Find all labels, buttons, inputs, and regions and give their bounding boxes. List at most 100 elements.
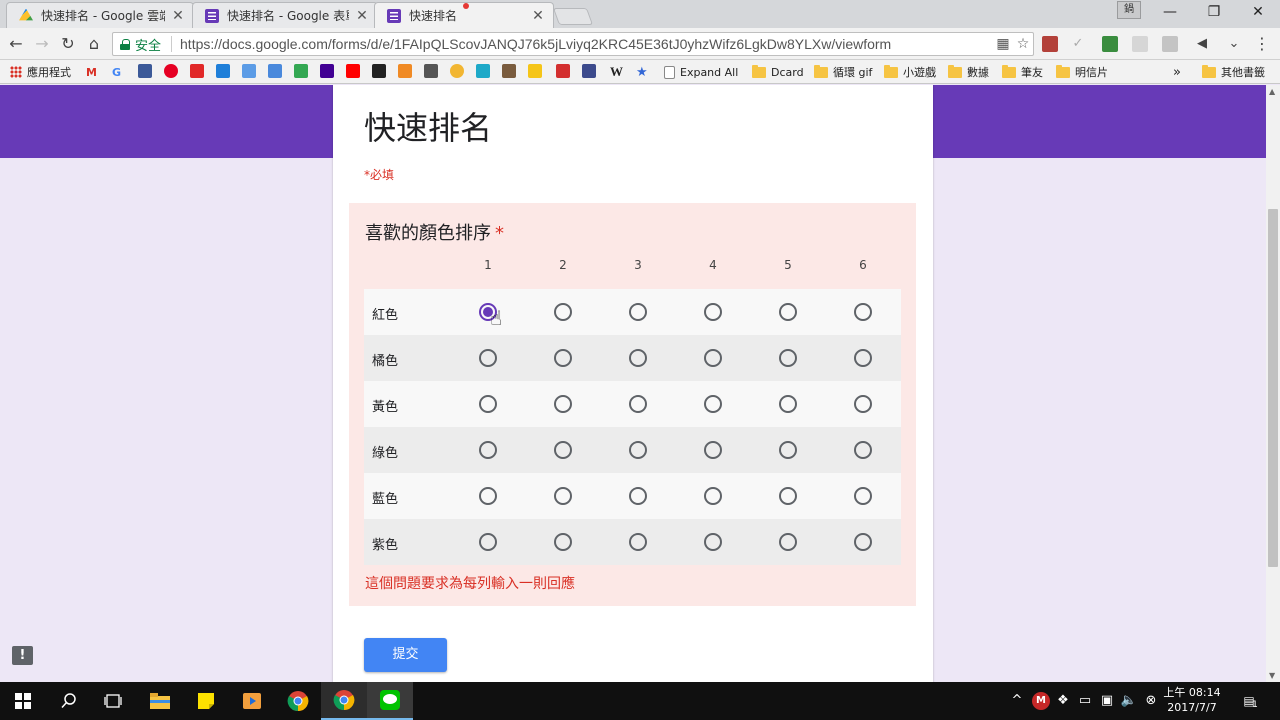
sticky-notes-button[interactable]: [183, 682, 229, 720]
radio-button[interactable]: [554, 395, 572, 413]
tray-chevron-up-icon[interactable]: ^: [1008, 692, 1026, 710]
gmail-icon[interactable]: M: [86, 64, 97, 80]
menu-icon[interactable]: ⋮: [1252, 34, 1272, 54]
radio-button[interactable]: [629, 303, 647, 321]
radio-button[interactable]: [779, 303, 797, 321]
radio-button[interactable]: [704, 533, 722, 551]
yahoo-icon[interactable]: [320, 64, 334, 78]
radio-button[interactable]: [704, 303, 722, 321]
bookmark-apps[interactable]: 應用程式: [10, 64, 71, 80]
bookmark-s-icon[interactable]: [372, 64, 386, 78]
radio-button[interactable]: [629, 441, 647, 459]
reload-icon[interactable]: ↻: [58, 34, 78, 54]
radio-button[interactable]: [479, 487, 497, 505]
radio-button[interactable]: [554, 441, 572, 459]
bookmark-face-icon[interactable]: [450, 64, 464, 78]
bookmark-folder-postcards[interactable]: 明信片: [1056, 64, 1108, 80]
minimize-icon[interactable]: —: [1148, 0, 1192, 26]
bookmark-folder-other[interactable]: 其他書籤: [1202, 64, 1265, 80]
task-view-button[interactable]: [90, 682, 136, 720]
submit-button[interactable]: 提交: [364, 638, 447, 672]
close-icon[interactable]: ✕: [355, 8, 369, 24]
bookmark-folder-gif[interactable]: 循環 gif: [814, 64, 872, 80]
address-bar[interactable]: 安全 https://docs.google.com/forms/d/e/1FA…: [112, 32, 1034, 56]
radio-button[interactable]: [629, 395, 647, 413]
radio-button[interactable]: [554, 349, 572, 367]
forward-icon[interactable]: →: [32, 34, 52, 54]
radio-button[interactable]: [854, 395, 872, 413]
speaker-extension-icon[interactable]: ◀: [1192, 34, 1212, 54]
bookmark-folder-friends[interactable]: 筆友: [1002, 64, 1043, 80]
tab-forms-view[interactable]: 快速排名 ✕: [374, 2, 554, 28]
bookmark-star-icon[interactable]: ★: [636, 64, 648, 80]
mega-tray-icon[interactable]: M: [1032, 692, 1050, 710]
check-extension-icon[interactable]: ✓: [1068, 34, 1088, 54]
close-icon[interactable]: ✕: [171, 8, 185, 24]
radio-button[interactable]: [854, 441, 872, 459]
file-explorer-button[interactable]: [137, 682, 183, 720]
bookmark-e-icon[interactable]: [582, 64, 596, 78]
taskbar-clock[interactable]: 上午 08:14 2017/7/7: [1160, 685, 1224, 715]
radio-button[interactable]: [779, 487, 797, 505]
grid-extension-icon[interactable]: [1162, 36, 1178, 52]
bookmark-z-icon[interactable]: [502, 64, 516, 78]
radio-button[interactable]: [554, 303, 572, 321]
radio-button[interactable]: [554, 533, 572, 551]
wikipedia-icon[interactable]: W: [610, 64, 623, 80]
tab-forms-edit[interactable]: 快速排名 - Google 表單 ✕: [192, 2, 378, 28]
radio-button[interactable]: [704, 395, 722, 413]
pinterest-icon[interactable]: [164, 64, 178, 78]
report-abuse-button[interactable]: !: [12, 646, 33, 665]
radio-button[interactable]: [704, 441, 722, 459]
mail-icon[interactable]: [242, 64, 256, 78]
qr-code-icon[interactable]: ▦: [993, 36, 1013, 52]
start-button[interactable]: [0, 682, 46, 720]
facebook-icon[interactable]: [138, 64, 152, 78]
line-app-button[interactable]: [367, 682, 413, 720]
bookmark-star-icon[interactable]: ☆: [1013, 36, 1033, 52]
radio-button[interactable]: [629, 349, 647, 367]
battery-tray-icon[interactable]: ▭: [1076, 692, 1094, 710]
bookmark-orange-icon[interactable]: [398, 64, 412, 78]
chrome-active-button[interactable]: [321, 682, 367, 720]
youtube-icon[interactable]: [346, 64, 360, 78]
bookmark-c-icon[interactable]: [556, 64, 570, 78]
radio-button[interactable]: [704, 487, 722, 505]
scroll-down-icon[interactable]: ▼: [1269, 671, 1275, 680]
bookmark-yellow-icon[interactable]: [528, 64, 542, 78]
radio-button[interactable]: [629, 533, 647, 551]
google-icon[interactable]: G: [112, 64, 121, 80]
radio-button[interactable]: [629, 487, 647, 505]
profile-button[interactable]: 鍋: [1117, 1, 1141, 19]
radio-button[interactable]: [854, 303, 872, 321]
ime-tray-icon[interactable]: ⊗: [1142, 692, 1160, 710]
extension-icon[interactable]: [1132, 36, 1148, 52]
radio-button[interactable]: [479, 349, 497, 367]
scroll-thumb[interactable]: [1268, 209, 1278, 567]
radio-button[interactable]: [704, 349, 722, 367]
tab-drive[interactable]: 快速排名 - Google 雲端 ✕: [6, 2, 194, 28]
restore-icon[interactable]: ❐: [1192, 0, 1236, 26]
radio-button[interactable]: [479, 533, 497, 551]
new-tab-button[interactable]: [552, 8, 594, 25]
evernote-extension-icon[interactable]: [1102, 36, 1118, 52]
network-tray-icon[interactable]: ▣: [1098, 692, 1116, 710]
chevron-down-icon[interactable]: ⌄: [1224, 34, 1244, 54]
flipboard-icon[interactable]: [190, 64, 204, 78]
scroll-up-icon[interactable]: ▲: [1269, 87, 1275, 96]
radio-button[interactable]: [479, 395, 497, 413]
radio-button[interactable]: [854, 349, 872, 367]
back-icon[interactable]: ←: [6, 34, 26, 54]
bookmark-folder-games[interactable]: 小遊戲: [884, 64, 936, 80]
bookmark-gear-icon[interactable]: [424, 64, 438, 78]
radio-button[interactable]: [779, 533, 797, 551]
maps-icon[interactable]: [294, 64, 308, 78]
bookmark-folder-dcard[interactable]: Dcard: [752, 64, 804, 80]
close-icon[interactable]: ✕: [531, 8, 545, 24]
url-text[interactable]: https://docs.google.com/forms/d/e/1FAIpQ…: [180, 36, 993, 52]
bookmark-blue-icon[interactable]: [216, 64, 230, 78]
home-icon[interactable]: ⌂: [84, 34, 104, 54]
volume-tray-icon[interactable]: 🔈: [1120, 692, 1138, 710]
search-button[interactable]: [46, 682, 92, 720]
radio-button[interactable]: [854, 533, 872, 551]
